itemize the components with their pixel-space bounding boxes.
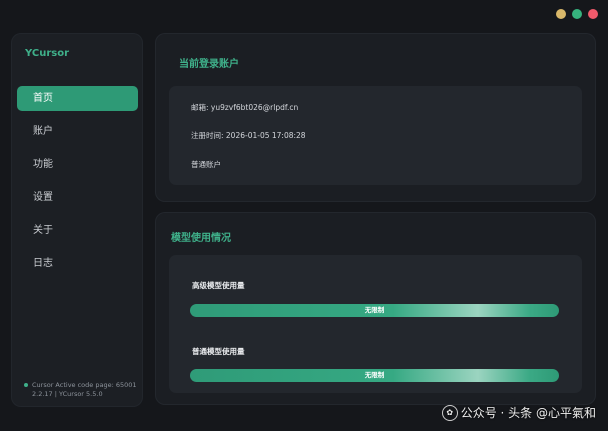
status-dot-icon [24,383,28,387]
model-usage-title: 模型使用情况 [171,233,231,244]
premium-usage-bar: 无限制 [190,304,559,317]
normal-usage-value: 无限制 [364,371,385,379]
account-email: 邮箱: yu9zvf6bt026@rlpdf.cn [191,103,299,112]
normal-usage-label: 普通模型使用量 [192,347,245,356]
sidebar: YCursor 首页 账户 功能 设置 关于 日志 Cursor Active … [11,33,143,407]
current-account-title: 当前登录账户 [179,59,239,70]
watermark: ✿ 公众号 · 头条 @心平氣和 [441,404,596,421]
app-brand: YCursor [25,48,70,59]
sidebar-nav: 首页 账户 功能 设置 关于 日志 [17,86,138,284]
account-type: 普通账户 [191,160,221,169]
usage-card: 高级模型使用量 无限制 普通模型使用量 无限制 [169,255,582,393]
sidebar-item-settings[interactable]: 设置 [17,185,138,210]
account-registered-time: 注册时间: 2026-01-05 17:08:28 [191,131,306,140]
wechat-icon: ✿ [441,405,458,421]
sidebar-item-account[interactable]: 账户 [17,119,138,144]
watermark-text: 公众号 · 头条 @心平氣和 [460,405,596,420]
close-button[interactable] [588,9,598,19]
premium-usage-label: 高级模型使用量 [192,281,245,290]
minimize-button[interactable] [556,9,566,19]
premium-usage-value: 无限制 [364,306,385,314]
code-page-text: Cursor Active code page: 65001 [32,381,137,389]
sidebar-item-about[interactable]: 关于 [17,218,138,243]
account-info-card: 邮箱: yu9zvf6bt026@rlpdf.cn 注册时间: 2026-01-… [169,86,582,185]
model-usage-panel: 模型使用情况 高级模型使用量 无限制 普通模型使用量 无限制 [155,212,596,405]
sidebar-item-features[interactable]: 功能 [17,152,138,177]
sidebar-item-home[interactable]: 首页 [17,86,138,111]
app-window: YCursor 首页 账户 功能 设置 关于 日志 Cursor Active … [0,0,608,431]
sidebar-footer: Cursor Active code page: 65001 2.2.17 | … [24,381,137,399]
maximize-button[interactable] [572,9,582,19]
normal-usage-bar: 无限制 [190,369,559,382]
window-controls [556,9,598,19]
current-account-panel: 当前登录账户 邮箱: yu9zvf6bt026@rlpdf.cn 注册时间: 2… [155,33,596,202]
version-text: 2.2.17 | YCursor 5.5.0 [32,390,103,398]
sidebar-item-logs[interactable]: 日志 [17,251,138,276]
